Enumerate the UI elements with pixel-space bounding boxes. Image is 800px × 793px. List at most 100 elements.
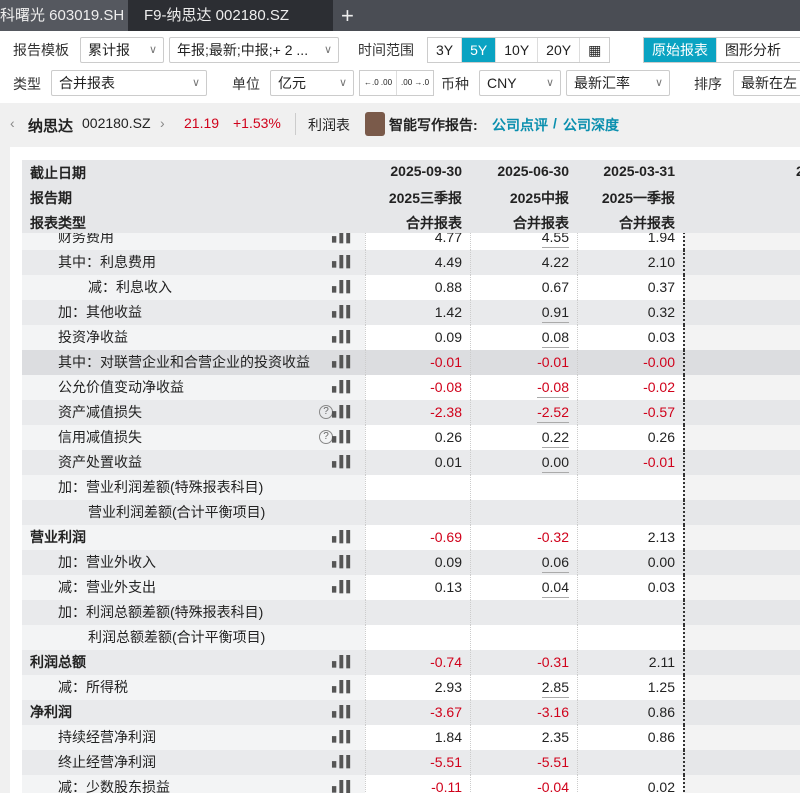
value-cell[interactable]: -0.04 <box>470 775 577 793</box>
value-cell[interactable] <box>470 475 577 500</box>
value-cell[interactable]: -2.38 <box>365 400 470 425</box>
bar-chart-icon[interactable]: ▖▌▌ <box>332 375 354 400</box>
value-cell[interactable]: -0.31 <box>470 650 577 675</box>
value-cell[interactable]: -0.01 <box>365 350 470 375</box>
value-cell[interactable]: 2.93 <box>365 675 470 700</box>
value-cell[interactable]: 0.03 <box>577 575 683 600</box>
calendar-icon[interactable]: ▦ <box>580 38 609 62</box>
bar-chart-icon[interactable]: ▖▌▌ <box>332 250 354 275</box>
table-row[interactable]: 减：营业外支出 ▖▌▌ 0.13 0.04 0.03 <box>22 575 800 600</box>
value-cell[interactable]: 1.25 <box>577 675 683 700</box>
company-depth-link[interactable]: 公司深度 <box>563 115 619 135</box>
bar-chart-icon[interactable]: ▖▌▌ <box>332 775 354 793</box>
value-cell[interactable]: -2.52 <box>470 400 577 425</box>
value-cell[interactable] <box>577 500 683 525</box>
value-cell[interactable] <box>470 500 577 525</box>
value-cell[interactable] <box>365 475 470 500</box>
value-cell[interactable]: 0.09 <box>365 325 470 350</box>
company-review-link[interactable]: 公司点评 <box>492 115 548 135</box>
table-row[interactable]: 营业利润差额(合计平衡项目) <box>22 500 800 525</box>
table-row[interactable]: 其中：利息费用 ▖▌▌ 4.49 4.22 2.10 <box>22 250 800 275</box>
table-row[interactable]: 资产处置收益 ▖▌▌ 0.01 0.00 -0.01 <box>22 450 800 475</box>
value-cell[interactable]: -0.74 <box>365 650 470 675</box>
value-cell[interactable]: 0.00 <box>470 450 577 475</box>
period-select[interactable]: 年报;最新;中报;+ 2 ... ∨ <box>169 37 339 63</box>
range-3y[interactable]: 3Y <box>428 38 463 62</box>
view-chart[interactable]: 图形分析 <box>717 38 789 62</box>
table-row[interactable]: 净利润 ▖▌▌ -3.67 -3.16 0.86 <box>22 700 800 725</box>
bar-chart-icon[interactable]: ▖▌▌ <box>332 350 354 375</box>
value-cell[interactable]: 2.10 <box>577 250 683 275</box>
value-cell[interactable]: 0.26 <box>577 425 683 450</box>
bar-chart-icon[interactable]: ▖▌▌ <box>332 400 354 425</box>
value-cell[interactable] <box>365 500 470 525</box>
table-row[interactable]: 加：利润总额差额(特殊报表科目) <box>22 600 800 625</box>
value-cell[interactable]: 0.01 <box>365 450 470 475</box>
value-cell[interactable]: 0.03 <box>577 325 683 350</box>
table-row[interactable]: 资产减值损失? ▖▌▌ -2.38 -2.52 -0.57 <box>22 400 800 425</box>
bar-chart-icon[interactable]: ▖▌▌ <box>332 725 354 750</box>
table-row[interactable]: 信用减值损失? ▖▌▌ 0.26 0.22 0.26 <box>22 425 800 450</box>
help-icon[interactable]: ? <box>319 430 333 444</box>
table-row[interactable]: 利润总额 ▖▌▌ -0.74 -0.31 2.11 <box>22 650 800 675</box>
bar-chart-icon[interactable]: ▖▌▌ <box>332 700 354 725</box>
bar-chart-icon[interactable]: ▖▌▌ <box>332 450 354 475</box>
value-cell[interactable]: -0.00 <box>577 350 683 375</box>
value-cell[interactable]: 1.84 <box>365 725 470 750</box>
value-cell[interactable]: 0.02 <box>577 775 683 793</box>
value-cell[interactable]: 2.13 <box>577 525 683 550</box>
value-cell[interactable] <box>577 625 683 650</box>
table-row[interactable]: 营业利润 ▖▌▌ -0.69 -0.32 2.13 <box>22 525 800 550</box>
bar-chart-icon[interactable]: ▖▌▌ <box>332 675 354 700</box>
value-cell[interactable] <box>470 600 577 625</box>
value-cell[interactable]: 1.42 <box>365 300 470 325</box>
new-tab-button[interactable]: + <box>333 0 363 31</box>
range-10y[interactable]: 10Y <box>496 38 539 62</box>
value-cell[interactable]: 0.91 <box>470 300 577 325</box>
value-cell[interactable]: 2.35 <box>470 725 577 750</box>
value-cell[interactable] <box>577 475 683 500</box>
table-row[interactable]: 加：其他收益 ▖▌▌ 1.42 0.91 0.32 <box>22 300 800 325</box>
value-cell[interactable]: 0.26 <box>365 425 470 450</box>
increase-decimal-button[interactable]: ←.0 .00 <box>360 71 398 95</box>
table-row[interactable]: 投资净收益 ▖▌▌ 0.09 0.08 0.03 <box>22 325 800 350</box>
bar-chart-icon[interactable]: ▖▌▌ <box>332 275 354 300</box>
table-row[interactable]: 公允价值变动净收益 ▖▌▌ -0.08 -0.08 -0.02 <box>22 375 800 400</box>
value-cell[interactable]: -5.51 <box>365 750 470 775</box>
range-5y[interactable]: 5Y <box>462 38 497 62</box>
value-cell[interactable]: 2.85 <box>470 675 577 700</box>
unit-select[interactable]: 亿元 ∨ <box>270 70 354 96</box>
sort-select[interactable]: 最新在左 <box>733 70 800 96</box>
value-cell[interactable]: 0.32 <box>577 300 683 325</box>
bar-chart-icon[interactable]: ▖▌▌ <box>332 550 354 575</box>
value-cell[interactable]: 0.13 <box>365 575 470 600</box>
value-cell[interactable]: -0.57 <box>577 400 683 425</box>
value-cell[interactable]: 0.37 <box>577 275 683 300</box>
table-row[interactable]: 加：营业外收入 ▖▌▌ 0.09 0.06 0.00 <box>22 550 800 575</box>
table-row[interactable]: 持续经营净利润 ▖▌▌ 1.84 2.35 0.86 <box>22 725 800 750</box>
rate-select[interactable]: 最新汇率 ∨ <box>566 70 670 96</box>
value-cell[interactable]: 4.49 <box>365 250 470 275</box>
value-cell[interactable]: 0.88 <box>365 275 470 300</box>
value-cell[interactable] <box>365 625 470 650</box>
value-cell[interactable]: -0.69 <box>365 525 470 550</box>
help-icon[interactable]: ? <box>319 405 333 419</box>
value-cell[interactable]: 0.67 <box>470 275 577 300</box>
value-cell[interactable]: -0.08 <box>470 375 577 400</box>
prev-stock-icon[interactable]: ‹ <box>10 115 15 131</box>
value-cell[interactable]: -3.67 <box>365 700 470 725</box>
next-stock-icon[interactable]: › <box>160 115 165 131</box>
bar-chart-icon[interactable]: ▖▌▌ <box>332 750 354 775</box>
value-cell[interactable]: -0.08 <box>365 375 470 400</box>
value-cell[interactable]: 0.86 <box>577 725 683 750</box>
view-raw[interactable]: 原始报表 <box>644 38 717 62</box>
value-cell[interactable]: 0.06 <box>470 550 577 575</box>
value-cell[interactable]: -5.51 <box>470 750 577 775</box>
value-cell[interactable]: -0.32 <box>470 525 577 550</box>
value-cell[interactable] <box>577 600 683 625</box>
value-cell[interactable]: 2.11 <box>577 650 683 675</box>
bar-chart-icon[interactable]: ▖▌▌ <box>332 650 354 675</box>
value-cell[interactable]: -0.02 <box>577 375 683 400</box>
value-cell[interactable]: -0.11 <box>365 775 470 793</box>
bar-chart-icon[interactable]: ▖▌▌ <box>332 325 354 350</box>
